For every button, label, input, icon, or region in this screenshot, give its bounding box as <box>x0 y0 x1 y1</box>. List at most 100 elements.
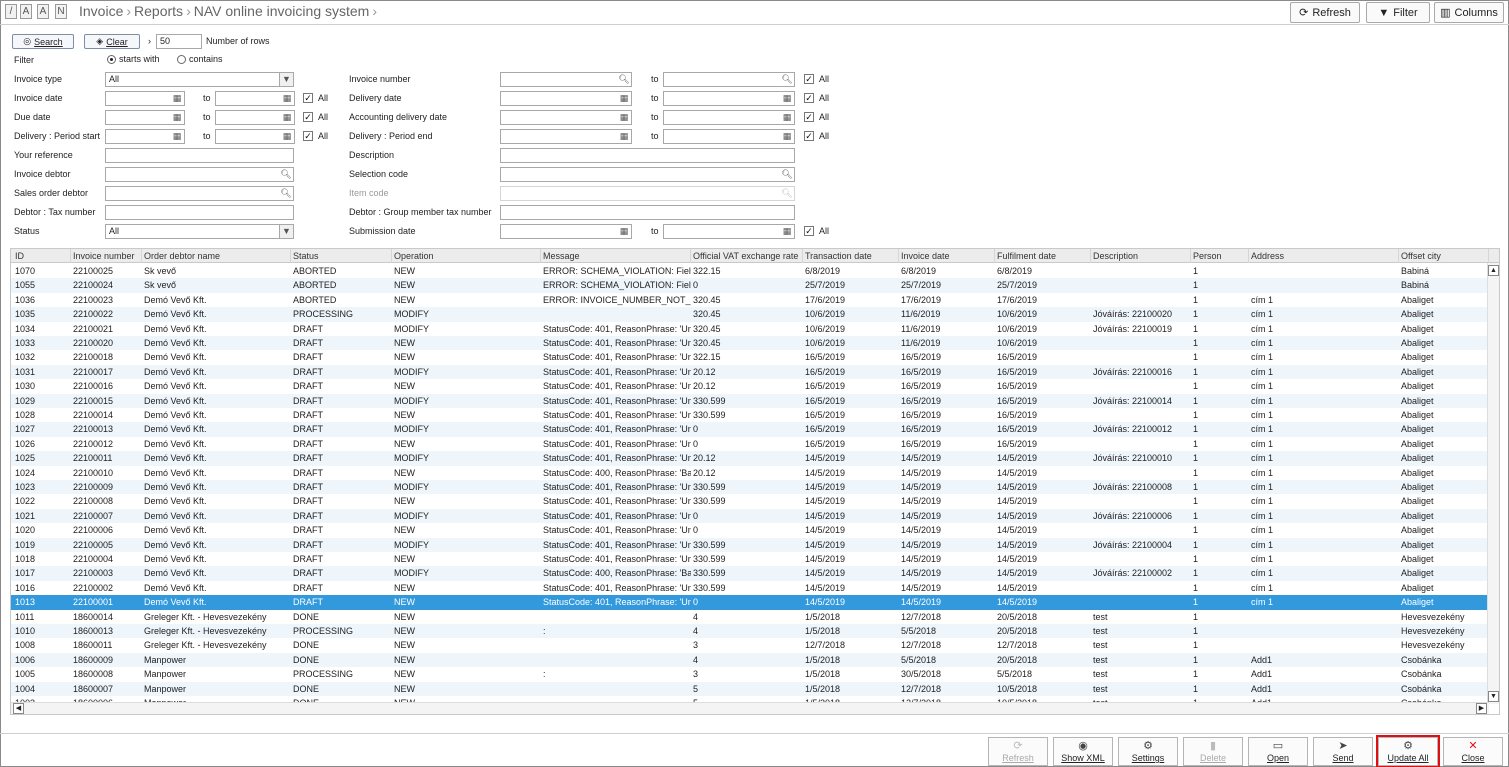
column-header[interactable]: Transaction date <box>803 249 899 263</box>
lookup-icon[interactable]: 🔍︎ <box>617 73 631 86</box>
table-row[interactable]: 1036 22100023 Demó Vevő Kft. ABORTED NEW ERRO… <box>11 293 1489 307</box>
column-header[interactable]: Invoice number <box>71 249 142 263</box>
calendar-icon[interactable]: ▦ <box>280 111 294 124</box>
accounting-date-all-checkbox[interactable]: ✓ <box>804 112 814 122</box>
submission-date-from[interactable]: ▦ <box>500 224 632 239</box>
lookup-icon[interactable]: 🔍︎ <box>780 168 794 181</box>
calendar-icon[interactable]: ▦ <box>617 92 631 105</box>
table-row[interactable]: 1024 22100010 Demó Vevő Kft. DRAFT NEW Status… <box>11 466 1489 480</box>
table-row[interactable]: 1027 22100013 Demó Vevő Kft. DRAFT MODIFY Sta… <box>11 422 1489 437</box>
table-row[interactable]: 1020 22100006 Demó Vevő Kft. DRAFT NEW Status… <box>11 523 1489 537</box>
table-row[interactable]: 1028 22100014 Demó Vevő Kft. DRAFT NEW Status… <box>11 408 1489 422</box>
delivery-date-to[interactable]: ▦ <box>663 91 795 106</box>
column-header[interactable]: Official VAT exchange rate <box>691 249 803 263</box>
column-header[interactable]: Order debtor name <box>142 249 291 263</box>
invoice-number-from[interactable]: 🔍︎ <box>500 72 632 87</box>
scroll-right-icon[interactable]: ▶ <box>1476 703 1487 714</box>
lookup-icon[interactable]: 🔍︎ <box>279 168 293 181</box>
table-row[interactable]: 1025 22100011 Demó Vevő Kft. DRAFT MODIFY Sta… <box>11 451 1489 466</box>
invoice-debtor-input[interactable]: 🔍︎ <box>105 167 294 182</box>
mode-button-3[interactable]: A <box>37 4 49 19</box>
search-button[interactable]: ◎ Search <box>12 34 74 49</box>
column-header[interactable]: Status <box>291 249 392 263</box>
scroll-up-icon[interactable]: ▲ <box>1488 265 1499 276</box>
invoice-type-select[interactable]: All ▼ <box>105 72 294 87</box>
calendar-icon[interactable]: ▦ <box>280 130 294 143</box>
lookup-icon[interactable]: 🔍︎ <box>780 73 794 86</box>
table-row[interactable]: 1035 22100022 Demó Vevő Kft. PROCESSING MODI… <box>11 307 1489 322</box>
table-row[interactable]: 1011 18600014 Greleger Kft. - Hevesvezekén… <box>11 610 1489 624</box>
column-header[interactable]: Message <box>541 249 691 263</box>
column-header[interactable]: Operation <box>392 249 541 263</box>
period-end-from[interactable]: ▦ <box>500 129 632 144</box>
period-end-to[interactable]: ▦ <box>663 129 795 144</box>
column-header[interactable]: Description <box>1091 249 1191 263</box>
table-row[interactable]: 1026 22100012 Demó Vevő Kft. DRAFT NEW Status… <box>11 437 1489 451</box>
breadcrumb-reports[interactable]: Reports <box>134 3 183 19</box>
table-row[interactable]: 1070 22100025 Sk vevő ABORTED NEW ERROR: SCHE… <box>11 264 1489 278</box>
mode-button-2[interactable]: A <box>20 4 32 19</box>
due-date-from[interactable]: ▦ <box>105 110 185 125</box>
mode-button-4[interactable]: N <box>55 4 67 19</box>
breadcrumb-nav[interactable]: NAV online invoicing system <box>194 3 370 19</box>
table-row[interactable]: 1033 22100020 Demó Vevő Kft. DRAFT NEW Status… <box>11 336 1489 351</box>
mode-button-1[interactable]: / <box>5 4 17 19</box>
table-row[interactable]: 1032 22100018 Demó Vevő Kft. DRAFT NEW Status… <box>11 350 1489 364</box>
column-header[interactable]: Invoice date <box>899 249 995 263</box>
status-select[interactable]: All ▼ <box>105 224 294 239</box>
columns-button[interactable]: ▥ Columns <box>1434 2 1504 23</box>
invoice-date-all-checkbox[interactable]: ✓ <box>303 93 313 103</box>
send-button[interactable]: ➤ Send <box>1313 737 1373 766</box>
table-row[interactable]: 1018 22100004 Demó Vevő Kft. DRAFT NEW Status… <box>11 552 1489 566</box>
table-row[interactable]: 1013 22100001 Demó Vevő Kft. DRAFT NEW Status… <box>11 595 1489 610</box>
table-row[interactable]: 1017 22100003 Demó Vevő Kft. DRAFT MODIFY Sta… <box>11 566 1489 581</box>
scroll-down-icon[interactable]: ▼ <box>1488 691 1499 702</box>
accounting-date-from[interactable]: ▦ <box>500 110 632 125</box>
submission-date-to[interactable]: ▦ <box>663 224 795 239</box>
invoice-date-to[interactable]: ▦ <box>215 91 295 106</box>
delivery-date-all-checkbox[interactable]: ✓ <box>804 93 814 103</box>
scroll-left-icon[interactable]: ◀ <box>13 703 24 714</box>
table-row[interactable]: 1055 22100024 Sk vevő ABORTED NEW ERROR: SCHE… <box>11 278 1489 293</box>
table-row[interactable]: 1010 18600013 Greleger Kft. - Hevesvezekén… <box>11 624 1489 639</box>
horizontal-scrollbar[interactable]: ◀ ▶ <box>11 702 1489 714</box>
refresh-button[interactable]: ⟳ Refresh <box>1290 2 1360 23</box>
calendar-icon[interactable]: ▦ <box>780 130 794 143</box>
calendar-icon[interactable]: ▦ <box>780 111 794 124</box>
calendar-icon[interactable]: ▦ <box>617 111 631 124</box>
invoice-date-from[interactable]: ▦ <box>105 91 185 106</box>
table-row[interactable]: 1008 18600011 Greleger Kft. - Hevesvezekén… <box>11 638 1489 652</box>
starts-with-radio[interactable] <box>107 55 116 64</box>
accounting-date-to[interactable]: ▦ <box>663 110 795 125</box>
filter-button[interactable]: ▼ Filter <box>1366 2 1430 23</box>
table-row[interactable]: 1019 22100005 Demó Vevő Kft. DRAFT MODIFY Sta… <box>11 537 1489 552</box>
table-row[interactable]: 1016 22100002 Demó Vevő Kft. DRAFT NEW Status… <box>11 581 1489 595</box>
selection-code-input[interactable]: 🔍︎ <box>500 167 795 182</box>
description-input[interactable] <box>500 148 795 163</box>
close-button[interactable]: ✕ Close <box>1443 737 1503 766</box>
calendar-icon[interactable]: ▦ <box>780 92 794 105</box>
show-xml-button[interactable]: ◉ Show XML <box>1053 737 1113 766</box>
debtor-group-tax-input[interactable] <box>500 205 795 220</box>
contains-radio[interactable] <box>177 55 186 64</box>
period-start-from[interactable]: ▦ <box>105 129 185 144</box>
debtor-tax-number-input[interactable] <box>105 205 294 220</box>
rows-input[interactable]: 50 <box>156 34 202 49</box>
delivery-date-from[interactable]: ▦ <box>500 91 632 106</box>
breadcrumb-invoice[interactable]: Invoice <box>79 3 123 19</box>
column-header[interactable]: Offset city <box>1399 249 1489 263</box>
submission-date-all-checkbox[interactable]: ✓ <box>804 226 814 236</box>
calendar-icon[interactable]: ▦ <box>170 92 184 105</box>
sales-order-debtor-input[interactable]: 🔍︎ <box>105 186 294 201</box>
settings-button[interactable]: ⚙ Settings <box>1118 737 1178 766</box>
calendar-icon[interactable]: ▦ <box>280 92 294 105</box>
clear-button[interactable]: ◈ Clear <box>84 34 140 49</box>
dropdown-arrow-icon[interactable]: ▼ <box>279 73 293 86</box>
calendar-icon[interactable]: ▦ <box>170 130 184 143</box>
your-reference-input[interactable] <box>105 148 294 163</box>
table-row[interactable]: 1006 18600009 Manpower DONE NEW 4 1/5/2018 5/5/… <box>11 652 1489 668</box>
calendar-icon[interactable]: ▦ <box>617 130 631 143</box>
table-row[interactable]: 1021 22100007 Demó Vevő Kft. DRAFT MODIFY Sta… <box>11 508 1489 524</box>
period-start-all-checkbox[interactable]: ✓ <box>303 131 313 141</box>
table-row[interactable]: 1022 22100008 Demó Vevő Kft. DRAFT NEW Status… <box>11 494 1489 508</box>
